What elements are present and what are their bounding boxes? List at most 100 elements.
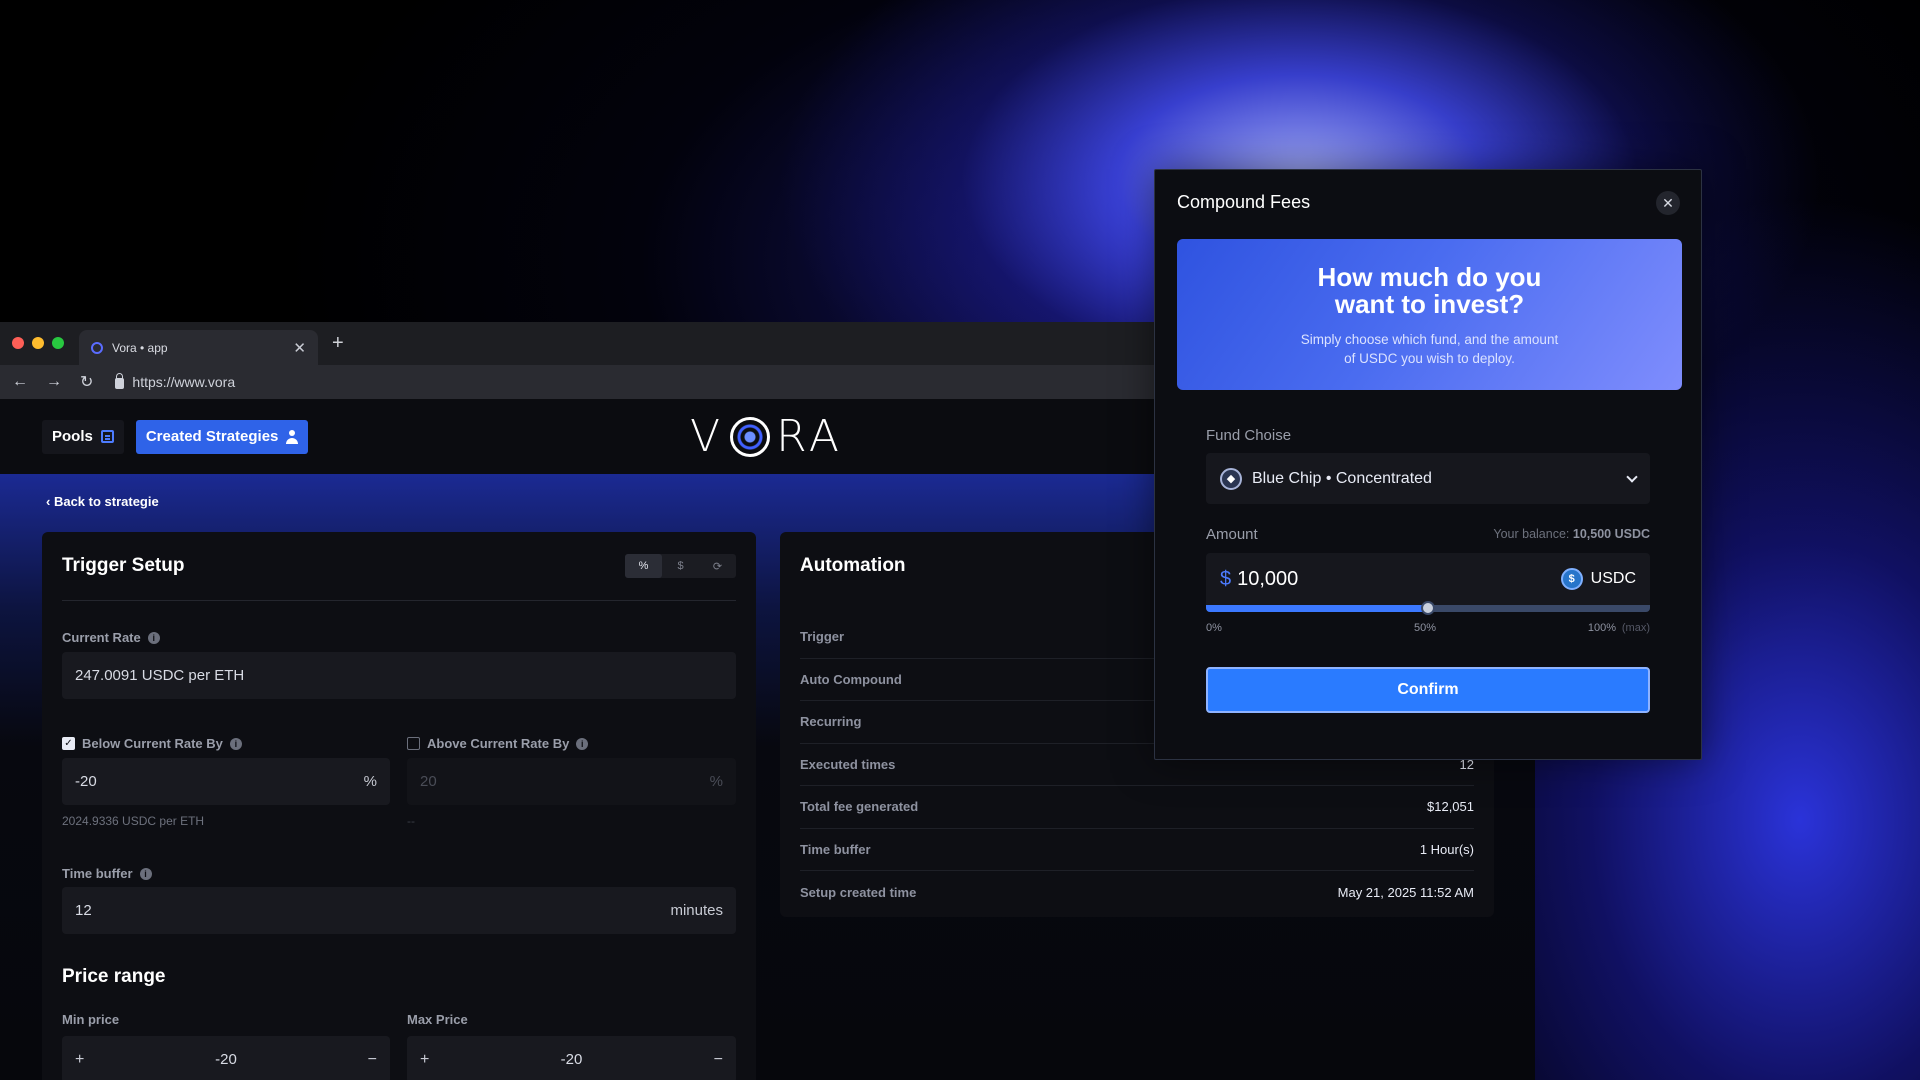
min-price-stepper[interactable]: + -20 −	[62, 1036, 390, 1080]
above-rate-value: 20	[420, 773, 437, 790]
row-key: Auto Compound	[800, 671, 902, 687]
above-rate-label-text: Above Current Rate By	[427, 736, 570, 751]
row-key: Total fee generated	[800, 799, 919, 815]
hero-title: How much do you want to invest?	[1317, 262, 1542, 319]
above-rate-checkbox[interactable]	[407, 737, 420, 750]
fund-select[interactable]: ◆ Blue Chip • Concentrated	[1206, 453, 1650, 504]
logo-letter-v: V	[690, 411, 725, 462]
max-price-increment-button[interactable]: +	[420, 1051, 429, 1069]
min-price-label-text: Min price	[62, 1012, 120, 1027]
invest-hero-banner: How much do you want to invest? Simply c…	[1177, 239, 1682, 390]
above-rate-label: Above Current Rate By i	[407, 736, 589, 751]
table-row: Total fee generated $12,051	[800, 786, 1474, 829]
fund-select-value: Blue Chip • Concentrated	[1252, 469, 1432, 487]
balance-text: Your balance: 10,500 USDC	[1493, 527, 1650, 541]
table-row: Setup created time May 21, 2025 11:52 AM	[800, 871, 1474, 914]
balance-value: 10,500 USDC	[1572, 527, 1650, 541]
percent-suffix: %	[363, 773, 377, 790]
row-key: Trigger	[800, 629, 845, 645]
currency-selector: $ USDC	[1560, 568, 1636, 590]
tick-50: 50%	[1414, 622, 1437, 634]
nav-created-strategies-label: Created Strategies	[145, 428, 279, 445]
list-icon	[100, 430, 114, 443]
forward-arrow-icon[interactable]: →	[46, 373, 62, 391]
dollar-toggle-button[interactable]: $	[662, 554, 699, 578]
trigger-setup-title: Trigger Setup	[62, 555, 185, 576]
info-icon[interactable]: i	[139, 867, 152, 880]
currency-label: USDC	[1590, 570, 1636, 587]
row-value: May 21, 2025 11:52 AM	[1337, 884, 1474, 900]
close-tab-icon[interactable]: ✕	[293, 339, 306, 357]
dollar-symbol: $	[1220, 567, 1232, 590]
row-value: $12,051	[1427, 799, 1474, 815]
favicon-icon	[91, 341, 103, 354]
slider-handle[interactable]	[1421, 601, 1435, 615]
time-buffer-input[interactable]: 12 minutes	[62, 887, 736, 934]
reload-icon[interactable]: ↻	[80, 372, 93, 392]
new-tab-button[interactable]: +	[332, 332, 344, 355]
amount-input[interactable]: $ 10,000 $ USDC	[1206, 553, 1650, 605]
logo-letters-ra: RA	[776, 411, 843, 462]
tick-0: 0%	[1206, 622, 1222, 634]
tick-100: 100%	[1587, 622, 1616, 634]
below-rate-label: ✓ Below Current Rate By i	[62, 736, 242, 751]
close-window-button[interactable]	[12, 337, 24, 349]
chevron-down-icon	[1626, 470, 1638, 483]
time-buffer-value: 12	[75, 902, 92, 919]
table-row: Time buffer 1 Hour(s)	[800, 829, 1474, 871]
min-price-increment-button[interactable]: +	[75, 1051, 84, 1069]
percent-toggle-button[interactable]: %	[625, 554, 662, 578]
row-key: Executed times	[800, 756, 896, 772]
back-arrow-icon[interactable]: ←	[12, 373, 28, 391]
fund-icon: ◆	[1220, 467, 1242, 490]
row-value: 1 Hour(s)	[1419, 841, 1474, 857]
nav-created-strategies-button[interactable]: Created Strategies	[135, 419, 309, 454]
back-link-label: Back to strategie	[53, 494, 159, 509]
balance-prefix: Your balance:	[1493, 527, 1570, 541]
max-price-stepper[interactable]: + -20 −	[407, 1036, 736, 1080]
back-link[interactable]: ‹ Back to strategie	[46, 494, 159, 509]
url-field[interactable]: https://www.vora	[115, 372, 235, 390]
time-buffer-unit: minutes	[670, 902, 723, 919]
min-price-label: Min price	[62, 1012, 119, 1027]
amount-value: 10,000	[1237, 567, 1299, 590]
chevron-left-icon: ‹	[46, 494, 54, 509]
below-rate-checkbox[interactable]: ✓	[62, 737, 75, 750]
compound-fees-modal: Compound Fees ✕ How much do you want to …	[1154, 169, 1702, 760]
amount-label: Amount	[1206, 526, 1258, 543]
automation-title: Automation	[800, 555, 906, 576]
below-rate-label-text: Below Current Rate By	[82, 736, 223, 751]
min-price-decrement-button[interactable]: −	[368, 1051, 377, 1069]
above-rate-input[interactable]: 20 %	[407, 758, 736, 805]
close-icon[interactable]: ✕	[1656, 191, 1680, 215]
browser-tab[interactable]: Vora • app ✕	[79, 330, 318, 365]
max-price-decrement-button[interactable]: −	[714, 1051, 723, 1069]
time-buffer-label-text: Time buffer	[62, 866, 133, 881]
price-range-title: Price range	[62, 966, 166, 987]
current-rate-field: 247.0091 USDC per ETH	[62, 652, 736, 699]
nav-pools-button[interactable]: Pools	[42, 419, 124, 454]
info-icon[interactable]: i	[147, 631, 160, 644]
refresh-toggle-button[interactable]: ⟳	[699, 554, 736, 578]
row-key: Time buffer	[800, 841, 871, 857]
current-rate-label: Current Rate i	[62, 630, 160, 645]
vora-logo: V RA	[690, 411, 843, 462]
fund-choice-label: Fund Choise	[1206, 427, 1292, 444]
unit-toggle: % $ ⟳	[625, 554, 736, 578]
below-rate-input[interactable]: -20 %	[62, 758, 390, 805]
maximize-window-button[interactable]	[52, 337, 64, 349]
below-rate-hint: 2024.9336 USDC per ETH	[62, 814, 205, 828]
divider	[62, 600, 736, 601]
hero-subtitle: Simply choose which fund, and the amount…	[1300, 332, 1559, 366]
logo-ring-icon	[730, 416, 771, 457]
info-icon[interactable]: i	[576, 737, 589, 750]
trigger-setup-panel: Trigger Setup % $ ⟳ Current Rate i 247.0…	[42, 532, 756, 1080]
minimize-window-button[interactable]	[32, 337, 44, 349]
info-icon[interactable]: i	[229, 737, 242, 750]
amount-slider[interactable]	[1206, 601, 1650, 615]
modal-title: Compound Fees	[1177, 192, 1311, 212]
row-key: Recurring	[800, 714, 862, 730]
window-controls	[12, 337, 64, 349]
nav-pools-label: Pools	[52, 428, 93, 445]
confirm-button[interactable]: Confirm	[1206, 667, 1650, 713]
